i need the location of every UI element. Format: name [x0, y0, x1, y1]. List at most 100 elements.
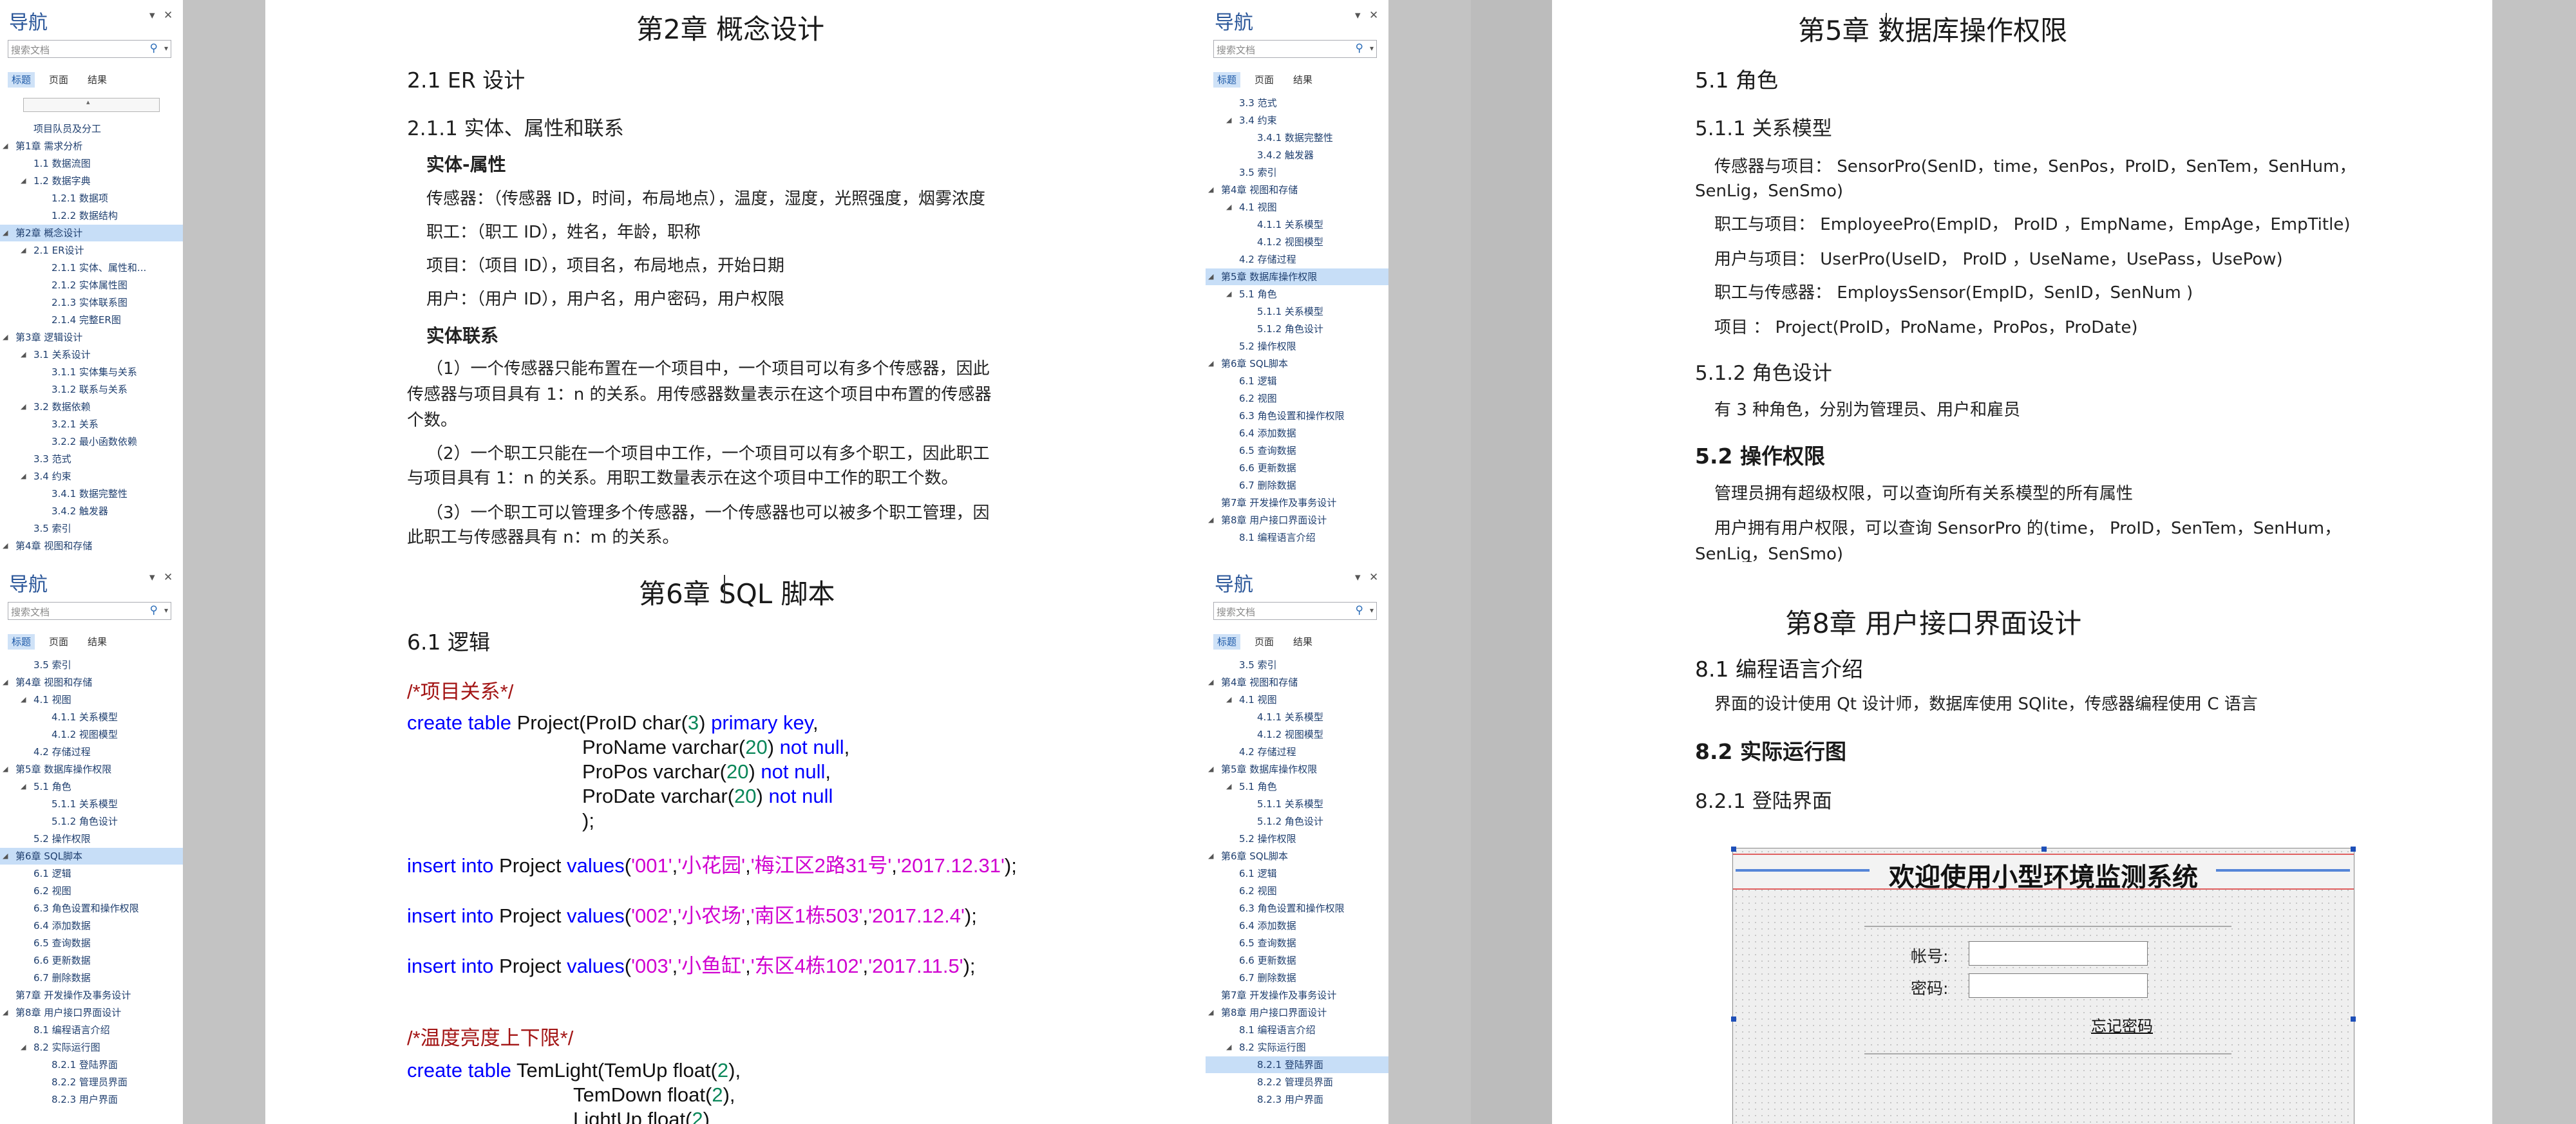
tree-item[interactable]: 1.2.1 数据项	[0, 190, 183, 207]
tree-item[interactable]: 6.7 删除数据	[0, 969, 183, 986]
tree-item[interactable]: ◢ 4.1 视图	[1206, 199, 1388, 216]
tree-item[interactable]: ◢ 3.4 约束	[1206, 112, 1388, 129]
tab-results[interactable]: 结果	[84, 634, 111, 650]
tree-item[interactable]: 2.1.4 完整ER图	[0, 312, 183, 328]
tree-item[interactable]: ◢ 5.1 角色	[0, 778, 183, 795]
tree-item[interactable]: 5.2 操作权限	[1206, 830, 1388, 847]
expand-triangle-icon[interactable]: ◢	[21, 1039, 26, 1056]
tree-item[interactable]: 5.1.2 角色设计	[1206, 321, 1388, 337]
search-options-icon[interactable]: ▾	[164, 44, 168, 53]
tree-item[interactable]: ◢ 3.4 约束	[0, 468, 183, 485]
tree-item[interactable]: 8.2.1 登陆界面	[1206, 1056, 1388, 1073]
tree-item[interactable]: ◢ 8.2 实际运行图	[0, 1039, 183, 1056]
expand-triangle-icon[interactable]: ◢	[21, 398, 26, 415]
tree-item[interactable]: ◢ 3.2 数据依赖	[0, 398, 183, 415]
tree-item[interactable]: ◢ 第5章 数据库操作权限	[1206, 268, 1388, 285]
expand-triangle-icon[interactable]: ◢	[21, 173, 26, 189]
tree-item[interactable]: ◢ 第4章 视图和存储	[0, 538, 183, 554]
expand-triangle-icon[interactable]: ◢	[1208, 512, 1213, 529]
tree-item[interactable]: ◢ 第6章 SQL脚本	[0, 848, 183, 865]
expand-triangle-icon[interactable]: ◢	[3, 761, 8, 778]
tree-item[interactable]: 3.2.1 关系	[0, 416, 183, 433]
tree-item[interactable]: 3.3 范式	[1206, 95, 1388, 111]
tree-item[interactable]: 6.3 角色设置和操作权限	[1206, 407, 1388, 424]
tree-item[interactable]: 4.1.1 关系模型	[0, 709, 183, 726]
selection-handle[interactable]	[1731, 847, 1736, 852]
tab-pages[interactable]: 页面	[45, 72, 72, 88]
expand-triangle-icon[interactable]: ◢	[3, 225, 8, 241]
tree-item[interactable]: ◢ 第4章 视图和存储	[0, 674, 183, 691]
search-icon[interactable]: ⚲	[150, 604, 158, 617]
expand-triangle-icon[interactable]: ◢	[1208, 182, 1213, 198]
expand-triangle-icon[interactable]: ◢	[1208, 848, 1213, 865]
search-document-input[interactable]: 搜索文档 ⚲ ▾	[8, 602, 171, 620]
close-pane-icon[interactable]: ✕	[1369, 9, 1378, 22]
tree-item[interactable]: ◢ 第8章 用户接口界面设计	[1206, 512, 1388, 529]
tree-item[interactable]: 8.2.3 用户界面	[1206, 1091, 1388, 1108]
tree-item[interactable]: ◢ 第1章 需求分析	[0, 138, 183, 155]
tree-item[interactable]: ◢ 第4章 视图和存储	[1206, 674, 1388, 691]
tree-item[interactable]: 6.6 更新数据	[1206, 460, 1388, 476]
tree-item[interactable]: ◢ 第3章 逻辑设计	[0, 329, 183, 346]
expand-triangle-icon[interactable]: ◢	[1226, 112, 1231, 129]
tree-item[interactable]: ◢ 3.1 关系设计	[0, 346, 183, 363]
tree-item[interactable]: 6.4 添加数据	[0, 917, 183, 934]
tree-item[interactable]: ◢ 5.1 角色	[1206, 778, 1388, 795]
expand-triangle-icon[interactable]: ◢	[1208, 1004, 1213, 1021]
tree-item[interactable]: ◢ 1.2 数据字典	[0, 173, 183, 189]
tree-item[interactable]: 4.1.2 视图模型	[0, 726, 183, 743]
tree-item[interactable]: 3.4.1 数据完整性	[1206, 129, 1388, 146]
tree-item[interactable]: 第7章 开发操作及事务设计	[1206, 494, 1388, 511]
tree-item[interactable]: 2.1.2 实体属性图	[0, 277, 183, 294]
tree-item[interactable]: 3.5 索引	[0, 657, 183, 673]
tree-item[interactable]: 8.2.2 管理员界面	[1206, 1074, 1388, 1091]
tree-item[interactable]: 6.2 视图	[0, 883, 183, 899]
expand-triangle-icon[interactable]: ◢	[1226, 1039, 1231, 1056]
expand-triangle-icon[interactable]: ◢	[1208, 355, 1213, 372]
tree-item[interactable]: 6.1 逻辑	[0, 865, 183, 882]
tree-item[interactable]: 6.2 视图	[1206, 390, 1388, 407]
tree-item[interactable]: 6.1 逻辑	[1206, 373, 1388, 389]
tree-item[interactable]: 6.7 删除数据	[1206, 477, 1388, 494]
search-document-input[interactable]: 搜索文档 ⚲ ▾	[1213, 40, 1377, 58]
search-options-icon[interactable]: ▾	[1370, 606, 1374, 615]
tree-item[interactable]: ◢ 第6章 SQL脚本	[1206, 355, 1388, 372]
tab-pages[interactable]: 页面	[45, 634, 72, 650]
tree-item[interactable]: 8.1 编程语言介绍	[1206, 1022, 1388, 1038]
tree-item[interactable]: ◢ 第5章 数据库操作权限	[1206, 761, 1388, 778]
pane-options-icon[interactable]: ▾	[149, 571, 155, 584]
tree-item[interactable]: 6.4 添加数据	[1206, 917, 1388, 934]
tree-item[interactable]: 6.6 更新数据	[1206, 952, 1388, 969]
expand-triangle-icon[interactable]: ◢	[1226, 778, 1231, 795]
expand-triangle-icon[interactable]: ◢	[1226, 286, 1231, 303]
tree-item[interactable]: 项目队员及分工	[0, 120, 183, 137]
tab-headings[interactable]: 标题	[1213, 72, 1241, 88]
tree-item[interactable]: 8.1 编程语言介绍	[0, 1022, 183, 1038]
search-options-icon[interactable]: ▾	[164, 606, 168, 615]
pane-options-icon[interactable]: ▾	[1355, 9, 1361, 22]
tree-item[interactable]: 8.2.1 登陆界面	[0, 1056, 183, 1073]
tab-headings[interactable]: 标题	[1213, 634, 1241, 650]
selection-handle[interactable]	[1731, 1016, 1736, 1022]
expand-triangle-icon[interactable]: ◢	[21, 778, 26, 795]
search-document-input[interactable]: 搜索文档 ⚲ ▾	[1213, 602, 1377, 620]
tree-item[interactable]: 3.5 索引	[0, 520, 183, 537]
tree-item[interactable]: 6.3 角色设置和操作权限	[0, 900, 183, 917]
tree-item[interactable]: 5.1.1 关系模型	[1206, 303, 1388, 320]
search-icon[interactable]: ⚲	[1356, 42, 1363, 55]
expand-triangle-icon[interactable]: ◢	[3, 138, 8, 155]
tree-item[interactable]: ◢ 第2章 概念设计	[0, 225, 183, 241]
pane-options-icon[interactable]: ▾	[149, 9, 155, 22]
selection-handle[interactable]	[2351, 1016, 2356, 1022]
tree-item[interactable]: 3.1.2 联系与关系	[0, 381, 183, 398]
tree-item[interactable]: 第7章 开发操作及事务设计	[0, 987, 183, 1004]
tree-item[interactable]: ◢ 4.1 视图	[0, 691, 183, 708]
tree-item[interactable]: ◢ 8.2 实际运行图	[1206, 1039, 1388, 1056]
tree-item[interactable]: ◢ 第8章 用户接口界面设计	[0, 1004, 183, 1021]
expand-triangle-icon[interactable]: ◢	[3, 329, 8, 346]
vertical-scrollbar[interactable]	[2492, 0, 2576, 562]
tab-results[interactable]: 结果	[84, 72, 111, 88]
close-pane-icon[interactable]: ✕	[1369, 571, 1378, 584]
tree-item[interactable]: 6.4 添加数据	[1206, 425, 1388, 442]
tree-item[interactable]: 4.2 存储过程	[0, 744, 183, 760]
